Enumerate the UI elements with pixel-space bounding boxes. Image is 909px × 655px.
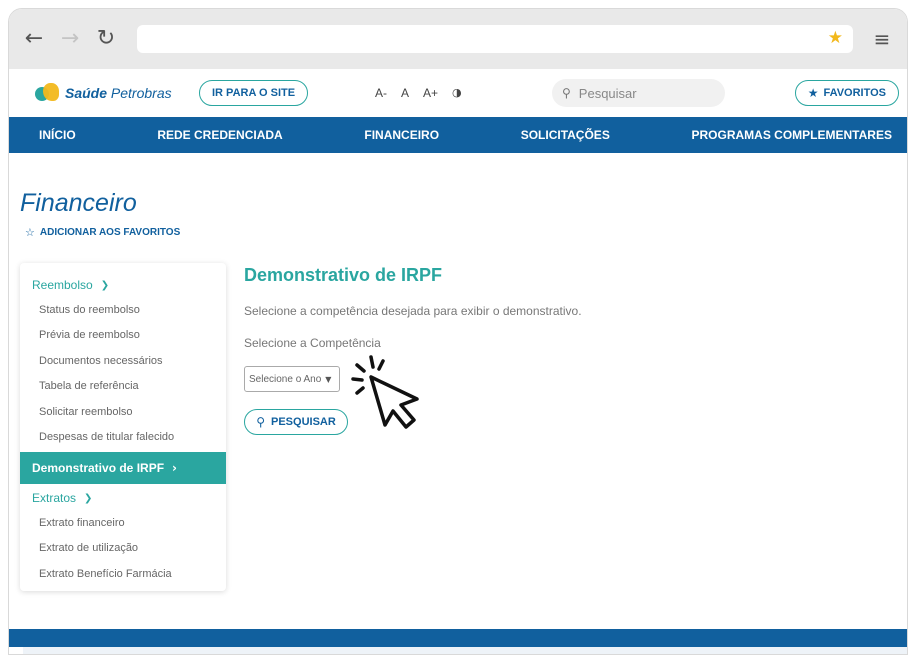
- chevron-down-icon: ❯: [100, 279, 110, 291]
- sidebar-item-tabela[interactable]: Tabela de referência: [20, 374, 226, 400]
- sidebar-item-documentos[interactable]: Documentos necessários: [20, 348, 226, 374]
- font-size-tools: A- A A+ ◑: [375, 86, 462, 100]
- sidebar-group-extratos[interactable]: Extratos ❯: [20, 486, 226, 510]
- star-outline-icon: ☆: [25, 226, 35, 239]
- font-increase-button[interactable]: A+: [423, 86, 438, 100]
- brand-logo[interactable]: Saúde Petrobras: [35, 83, 191, 103]
- forward-arrow-icon[interactable]: →: [57, 28, 83, 50]
- nav-rede-credenciada[interactable]: REDE CREDENCIADA: [157, 128, 282, 142]
- search-input[interactable]: [578, 85, 699, 101]
- sidebar-item-extrato-utilizacao[interactable]: Extrato de utilização: [20, 536, 226, 562]
- chevron-down-icon: ❯: [84, 492, 93, 504]
- click-cursor-icon: [351, 355, 419, 429]
- logo-mark-icon: [35, 83, 59, 103]
- contrast-icon[interactable]: ◑: [452, 86, 462, 100]
- favoritos-label: FAVORITOS: [823, 87, 886, 99]
- nav-solicitacoes[interactable]: SOLICITAÇÕES: [521, 128, 610, 142]
- sidebar-item-status-reembolso[interactable]: Status do reembolso: [20, 297, 226, 323]
- add-to-favorites-label: ADICIONAR AOS FAVORITOS: [39, 227, 181, 238]
- ir-para-site-button[interactable]: IR PARA O SITE: [199, 80, 309, 106]
- sidebar-item-solicitar[interactable]: Solicitar reembolso: [20, 399, 226, 425]
- main-nav: INÍCIO REDE CREDENCIADA FINANCEIRO SOLIC…: [9, 117, 907, 153]
- sidebar-active-label: Demonstrativo de IRPF: [32, 461, 165, 475]
- back-arrow-icon[interactable]: ←: [21, 28, 47, 50]
- section-title: Demonstrativo de IRPF: [244, 265, 443, 285]
- page-content: Financeiro ☆ ADICIONAR AOS FAVORITOS Ree…: [9, 153, 907, 629]
- year-select[interactable]: Selecione o Ano ▼: [244, 366, 340, 392]
- sidebar-item-previa-reembolso[interactable]: Prévia de reembolso: [20, 323, 226, 349]
- sidebar: Reembolso ❯ Status do reembolso Prévia d…: [20, 263, 226, 591]
- site-search: ⚲: [552, 79, 725, 107]
- page-title: Financeiro: [20, 189, 137, 217]
- sidebar-group-label: Extratos: [32, 491, 77, 505]
- nav-inicio[interactable]: INÍCIO: [39, 128, 76, 142]
- search-icon: ⚲: [256, 415, 265, 429]
- footer-bar: [9, 629, 907, 647]
- sidebar-group-label: Reembolso: [32, 278, 93, 292]
- nav-financeiro[interactable]: FINANCEIRO: [364, 128, 439, 142]
- footer-strip: [23, 647, 907, 654]
- chevron-down-icon: ▼: [325, 374, 332, 384]
- star-icon: ★: [807, 86, 819, 100]
- font-decrease-button[interactable]: A-: [375, 86, 387, 100]
- section-description: Selecione a competência desejada para ex…: [244, 304, 582, 318]
- sidebar-group-reembolso[interactable]: Reembolso ❯: [20, 273, 226, 297]
- font-normal-button[interactable]: A: [401, 86, 409, 100]
- sidebar-item-extrato-farmacia[interactable]: Extrato Benefício Farmácia: [20, 561, 226, 587]
- address-bar[interactable]: ★: [137, 25, 853, 53]
- chevron-right-icon: ›: [172, 461, 177, 475]
- hamburger-menu-icon[interactable]: ≡: [869, 27, 895, 51]
- add-to-favorites-link[interactable]: ☆ ADICIONAR AOS FAVORITOS: [25, 226, 180, 239]
- bookmark-star-icon[interactable]: ★: [828, 28, 843, 48]
- nav-programas-complementares[interactable]: PROGRAMAS COMPLEMENTARES: [692, 128, 892, 142]
- reload-icon[interactable]: ↻: [93, 28, 119, 50]
- favoritos-button[interactable]: ★ FAVORITOS: [794, 80, 899, 106]
- brand-name: Saúde Petrobras: [65, 85, 172, 101]
- site-header: Saúde Petrobras IR PARA O SITE A- A A+ ◑…: [9, 69, 907, 117]
- search-icon: ⚲: [562, 86, 571, 100]
- sidebar-item-extrato-financeiro[interactable]: Extrato financeiro: [20, 510, 226, 536]
- pesquisar-label: PESQUISAR: [271, 416, 336, 428]
- pesquisar-button[interactable]: ⚲ PESQUISAR: [244, 409, 348, 435]
- browser-window: ← → ↻ ★ ≡ Saúde Petrobras IR PARA O SITE…: [8, 8, 908, 655]
- sidebar-item-despesas[interactable]: Despesas de titular falecido: [20, 425, 226, 451]
- competencia-label: Selecione a Competência: [244, 336, 381, 350]
- year-select-value: Selecione o Ano: [249, 373, 322, 385]
- browser-toolbar: ← → ↻ ★ ≡: [9, 9, 907, 69]
- sidebar-item-demonstrativo-irpf[interactable]: Demonstrativo de IRPF ›: [20, 452, 226, 484]
